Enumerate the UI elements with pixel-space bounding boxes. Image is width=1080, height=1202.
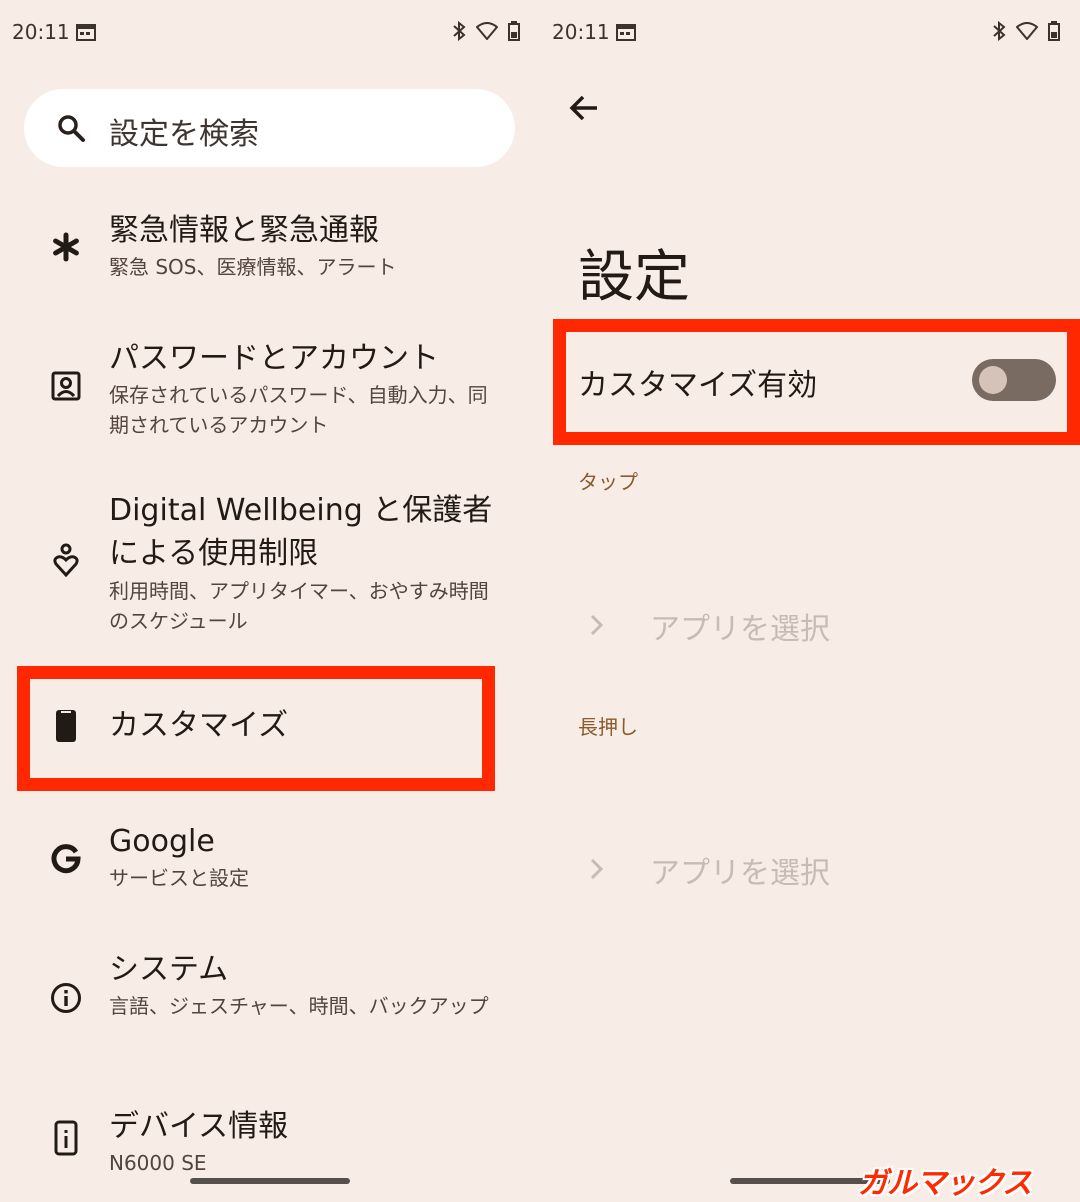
status-bar: 20:11	[552, 18, 1060, 48]
chevron-right-icon	[590, 858, 604, 880]
account-box-icon	[48, 368, 84, 404]
item-title: システム	[109, 952, 229, 987]
item-subtitle: 言語、ジェスチャー、時間、バックアップ	[109, 994, 489, 1018]
battery-icon	[508, 21, 520, 41]
status-time: 20:11	[12, 20, 70, 44]
settings-item-digital-wellbeing[interactable]: Digital Wellbeing と保護者による使用制限 利用時間、アプリタイ…	[0, 488, 520, 638]
asterisk-icon	[48, 229, 84, 265]
section-header-tap: タップ	[578, 470, 638, 494]
item-subtitle: N6000 SE	[109, 1151, 207, 1175]
google-icon	[48, 840, 84, 876]
settings-item-device-info[interactable]: デバイス情報 N6000 SE	[0, 1105, 520, 1185]
item-subtitle: 緊急 SOS、医療情報、アラート	[109, 255, 397, 279]
item-title: Digital Wellbeing と保護者による使用制限	[109, 493, 493, 571]
section-header-long-press: 長押し	[578, 715, 638, 739]
select-app-label: アプリを選択	[650, 612, 830, 647]
status-time: 20:11	[552, 20, 610, 44]
item-title: 緊急情報と緊急通報	[109, 213, 379, 248]
select-app-label: アプリを選択	[650, 856, 830, 891]
chevron-right-icon	[590, 614, 604, 636]
site-watermark: ガルマックス	[858, 1166, 1032, 1201]
page-title: 設定	[578, 245, 690, 310]
settings-item-system[interactable]: システム 言語、ジェスチャー、時間、バックアップ	[0, 948, 520, 1058]
settings-search-bar[interactable]: 設定を検索	[24, 89, 515, 167]
settings-item-google[interactable]: Google サービスと設定	[0, 820, 520, 900]
highlight-frame-customize-toggle	[553, 319, 1080, 445]
item-title: デバイス情報	[109, 1109, 289, 1144]
tap-select-app[interactable]: アプリを選択	[578, 600, 978, 650]
calendar-icon	[616, 22, 636, 46]
calendar-icon	[76, 22, 96, 46]
device-info-icon	[48, 1120, 84, 1156]
status-bar: 20:11	[12, 18, 520, 48]
bluetooth-icon	[993, 21, 1006, 41]
item-subtitle: サービスと設定	[109, 866, 249, 890]
wellbeing-icon	[48, 542, 84, 578]
settings-item-passwords-accounts[interactable]: パスワードとアカウント 保存されているパスワード、自動入力、同期されているアカウ…	[0, 335, 520, 445]
long-press-select-app[interactable]: アプリを選択	[578, 844, 978, 894]
back-button[interactable]	[564, 88, 604, 128]
customize-settings-screen: 20:11 設定 カスタマイズ有効 タップ アプリを選択 長押し アプリを選択	[540, 0, 1080, 1200]
item-subtitle: 利用時間、アプリタイマー、おやすみ時間のスケジュール	[109, 579, 489, 633]
item-title: Google	[109, 824, 215, 859]
item-title: パスワードとアカウント	[109, 341, 439, 376]
settings-item-emergency[interactable]: 緊急情報と緊急通報 緊急 SOS、医療情報、アラート	[0, 205, 520, 295]
battery-icon	[1048, 21, 1060, 41]
bluetooth-icon	[453, 21, 466, 41]
settings-main-screen: 20:11 設定を検索 緊急情報と緊急通報 緊急 SOS、医療情報、アラート パ…	[0, 0, 540, 1200]
search-icon	[58, 115, 85, 142]
search-placeholder: 設定を検索	[109, 117, 259, 152]
wifi-icon	[476, 22, 498, 40]
info-icon	[48, 980, 84, 1016]
highlight-frame-customize	[17, 666, 495, 791]
arrow-back-icon	[569, 95, 597, 121]
gesture-nav-bar[interactable]	[190, 1178, 350, 1184]
item-subtitle: 保存されているパスワード、自動入力、同期されているアカウント	[109, 383, 488, 437]
wifi-icon	[1016, 22, 1038, 40]
